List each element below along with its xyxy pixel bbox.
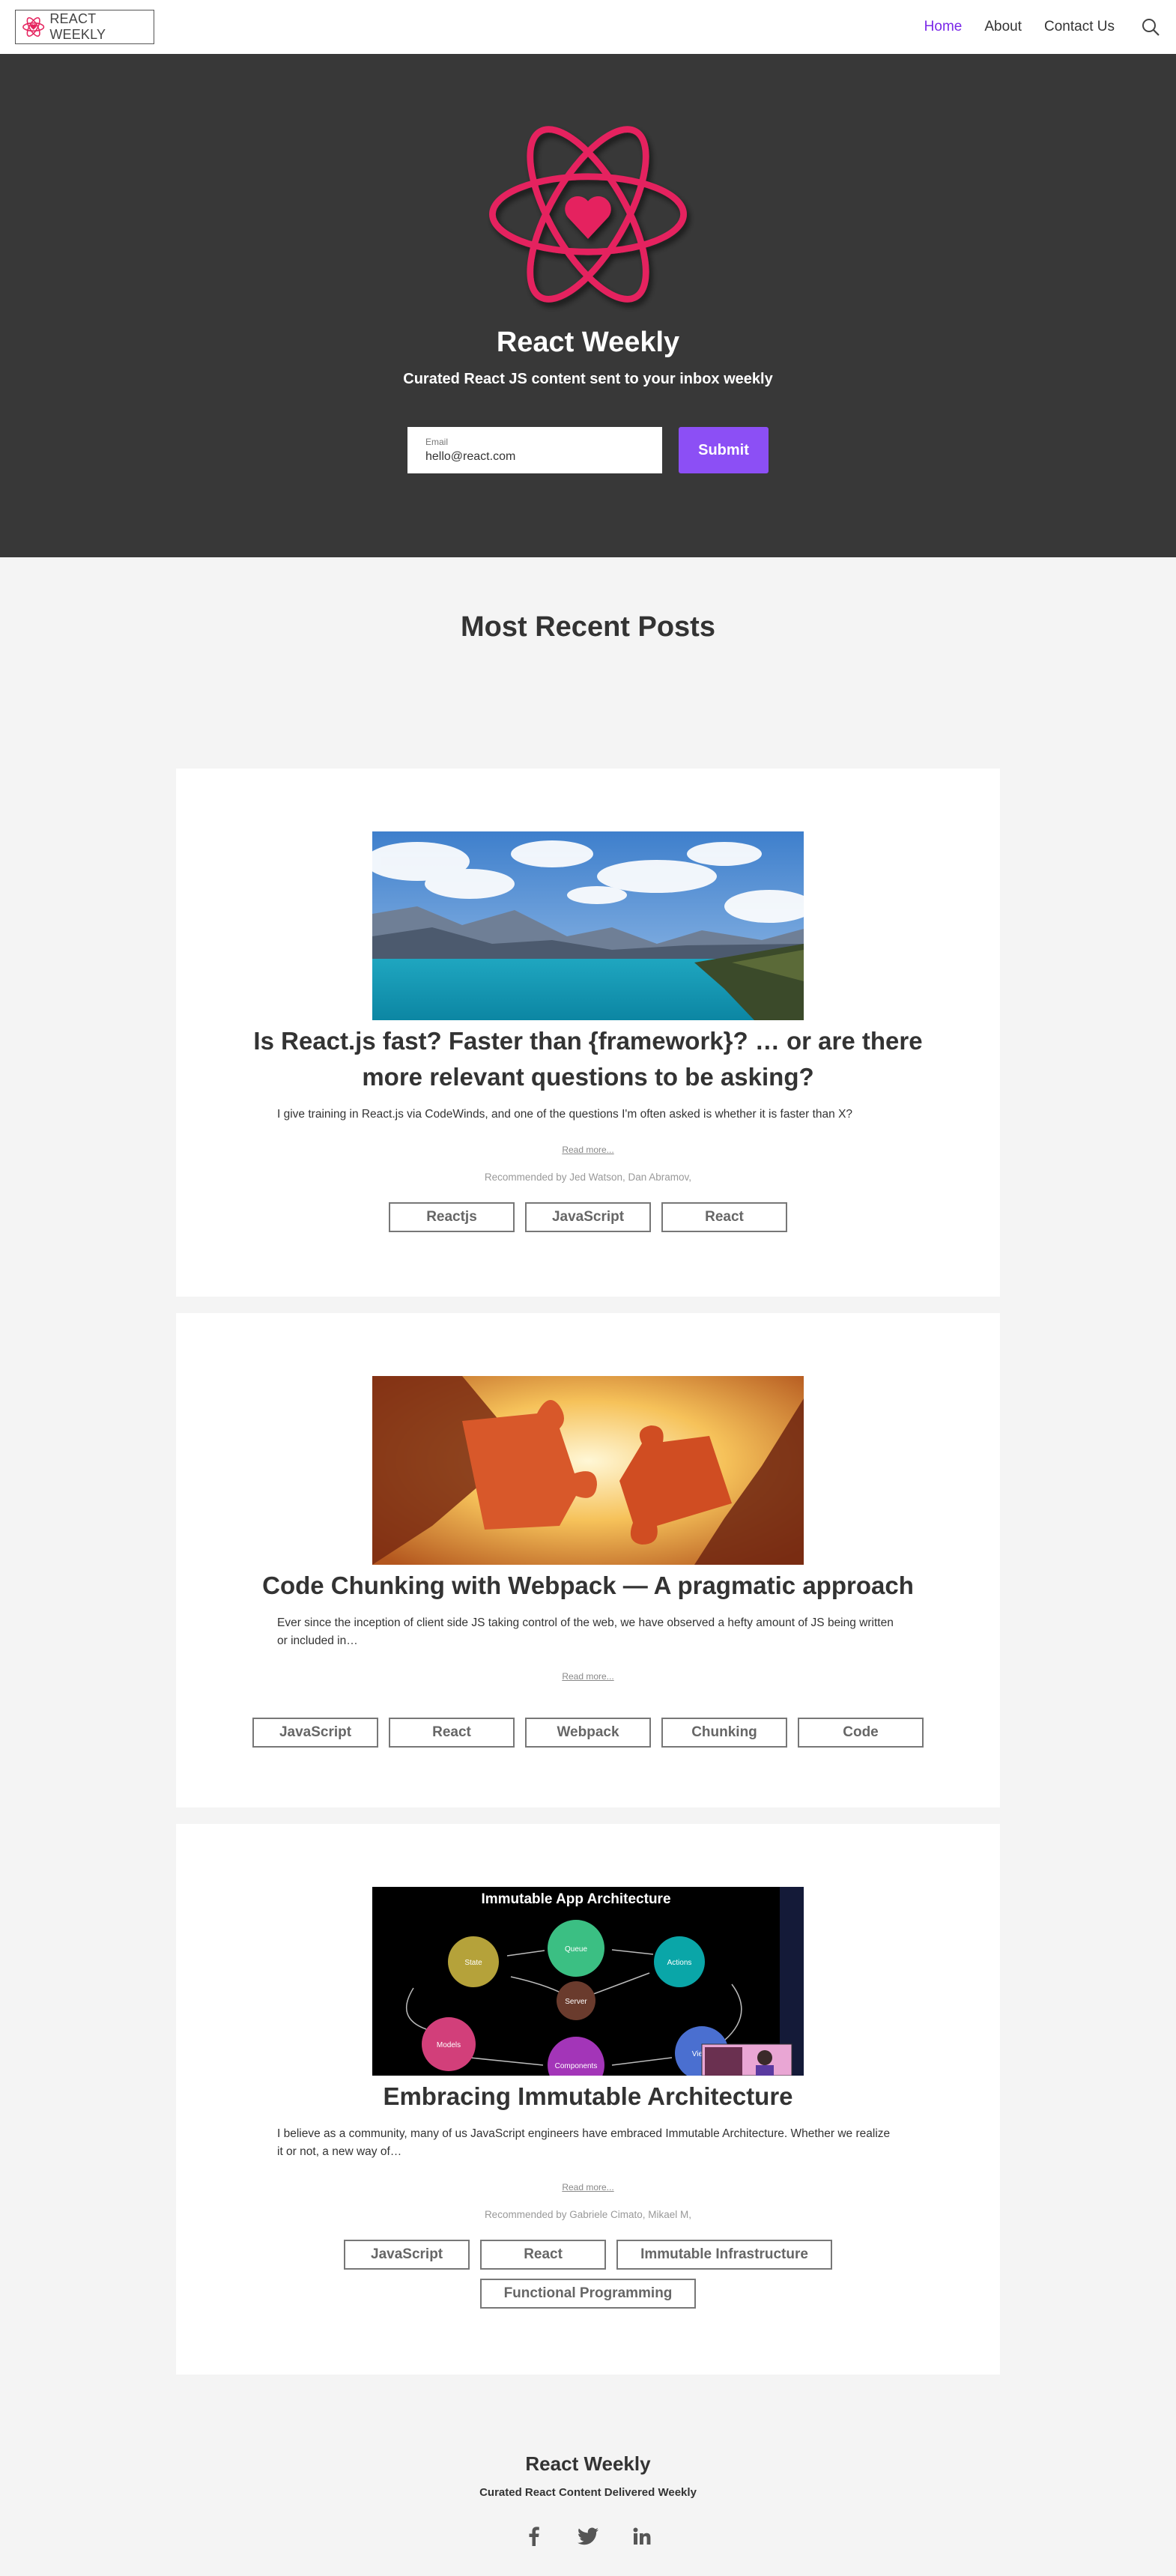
tag-button[interactable]: Code [798,1718,924,1748]
svg-text:State: State [464,1959,482,1967]
tag-button[interactable]: React [661,1202,787,1232]
linkedin-link[interactable] [631,2526,652,2547]
post-title[interactable]: Is React.js fast? Faster than {framework… [228,1023,948,1095]
slide-node: State [448,1936,499,1987]
section-title: Most Recent Posts [461,611,715,643]
social-links [524,2526,652,2547]
slide-title: Immutable App Architecture [481,1891,670,1907]
hero-section: React Weekly Curated React JS content se… [0,54,1176,557]
hero-subtitle: Curated React JS content sent to your in… [403,371,773,387]
react-heart-hero-icon [489,126,687,303]
nav-link-contact[interactable]: Contact Us [1044,19,1115,35]
post-card: Code Chunking with Webpack — A pragmatic… [176,1313,1000,1807]
tag-list: JavaScript React Webpack Chunking Code [251,1718,925,1748]
footer: React Weekly Curated React Content Deliv… [0,2452,1176,2547]
immutable-architecture-slide[interactable]: Immutable App Architecture Queue State A… [372,1887,804,2076]
footer-subtitle: Curated React Content Delivered Weekly [479,2486,697,2499]
nav-links: Home About Contact Us [902,16,1161,37]
tag-button[interactable]: Immutable Infrastructure [616,2240,832,2270]
site-logo[interactable]: REACT WEEKLY [15,10,154,44]
read-more-link[interactable]: Read more... [562,1145,613,1155]
tag-button[interactable]: Chunking [661,1718,787,1748]
lake-mountains-photo[interactable] [372,831,804,1020]
newsletter-form: Email Submit [407,427,769,473]
submit-button[interactable]: Submit [679,427,769,473]
tag-button[interactable]: Reactjs [389,1202,515,1232]
nav-link-home[interactable]: Home [924,19,963,35]
recommended-by: Recommended by Jed Watson, Dan Abramov, [484,1172,692,1183]
read-more-link[interactable]: Read more... [562,1671,613,1682]
tag-list: Reactjs JavaScript React [251,1202,925,1232]
email-field-wrapper[interactable]: Email [407,427,662,473]
puzzle-pieces-photo[interactable] [372,1376,804,1565]
facebook-link[interactable] [524,2526,545,2547]
post-excerpt: Ever since the inception of client side … [277,1616,894,1647]
svg-text:Queue: Queue [565,1945,587,1954]
search-button[interactable] [1140,16,1161,37]
twitter-icon [578,2527,598,2545]
facebook-icon [529,2527,539,2546]
hero-title: React Weekly [496,327,680,358]
search-icon [1142,19,1160,36]
svg-text:Actions: Actions [667,1959,692,1967]
top-navbar: REACT WEEKLY Home About Contact Us [0,0,1176,54]
svg-text:Models: Models [437,2041,461,2049]
slide-node: Actions [654,1936,705,1987]
footer-title: React Weekly [525,2452,651,2475]
tag-button[interactable]: Functional Programming [479,2279,697,2309]
post-card: Immutable App Architecture Queue State A… [176,1824,1000,2375]
email-field[interactable] [425,450,644,464]
post-excerpt: I believe as a community, many of us Jav… [277,2127,891,2158]
post-title[interactable]: Code Chunking with Webpack — A pragmatic… [228,1568,948,1604]
recommended-by: Recommended by Gabriele Cimato, Mikael M… [484,2209,692,2220]
tag-list: JavaScript React Immutable Infrastructur… [326,2240,850,2309]
tag-button[interactable]: React [480,2240,607,2270]
post-excerpt: I give training in React.js via CodeWind… [277,1108,853,1121]
linkedin-icon [633,2527,651,2545]
twitter-link[interactable] [578,2526,598,2547]
post-card: Is React.js fast? Faster than {framework… [176,769,1000,1297]
slide-node: Models [422,2017,476,2071]
slide-node: Server [557,1981,595,2020]
read-more-link[interactable]: Read more... [562,2182,613,2192]
react-heart-logo-icon [22,16,45,37]
nav-link-about[interactable]: About [984,19,1022,35]
post-title[interactable]: Embracing Immutable Architecture [228,2079,948,2115]
tag-button[interactable]: JavaScript [252,1718,378,1748]
tag-button[interactable]: JavaScript [344,2240,470,2270]
tag-button[interactable]: JavaScript [525,1202,651,1232]
svg-text:Server: Server [565,1998,587,2006]
email-label: Email [425,437,449,447]
tag-button[interactable]: React [389,1718,515,1748]
svg-text:Components: Components [555,2062,598,2070]
logo-text: REACT WEEKLY [49,11,106,42]
slide-node: Queue [548,1920,604,1977]
tag-button[interactable]: Webpack [525,1718,651,1748]
